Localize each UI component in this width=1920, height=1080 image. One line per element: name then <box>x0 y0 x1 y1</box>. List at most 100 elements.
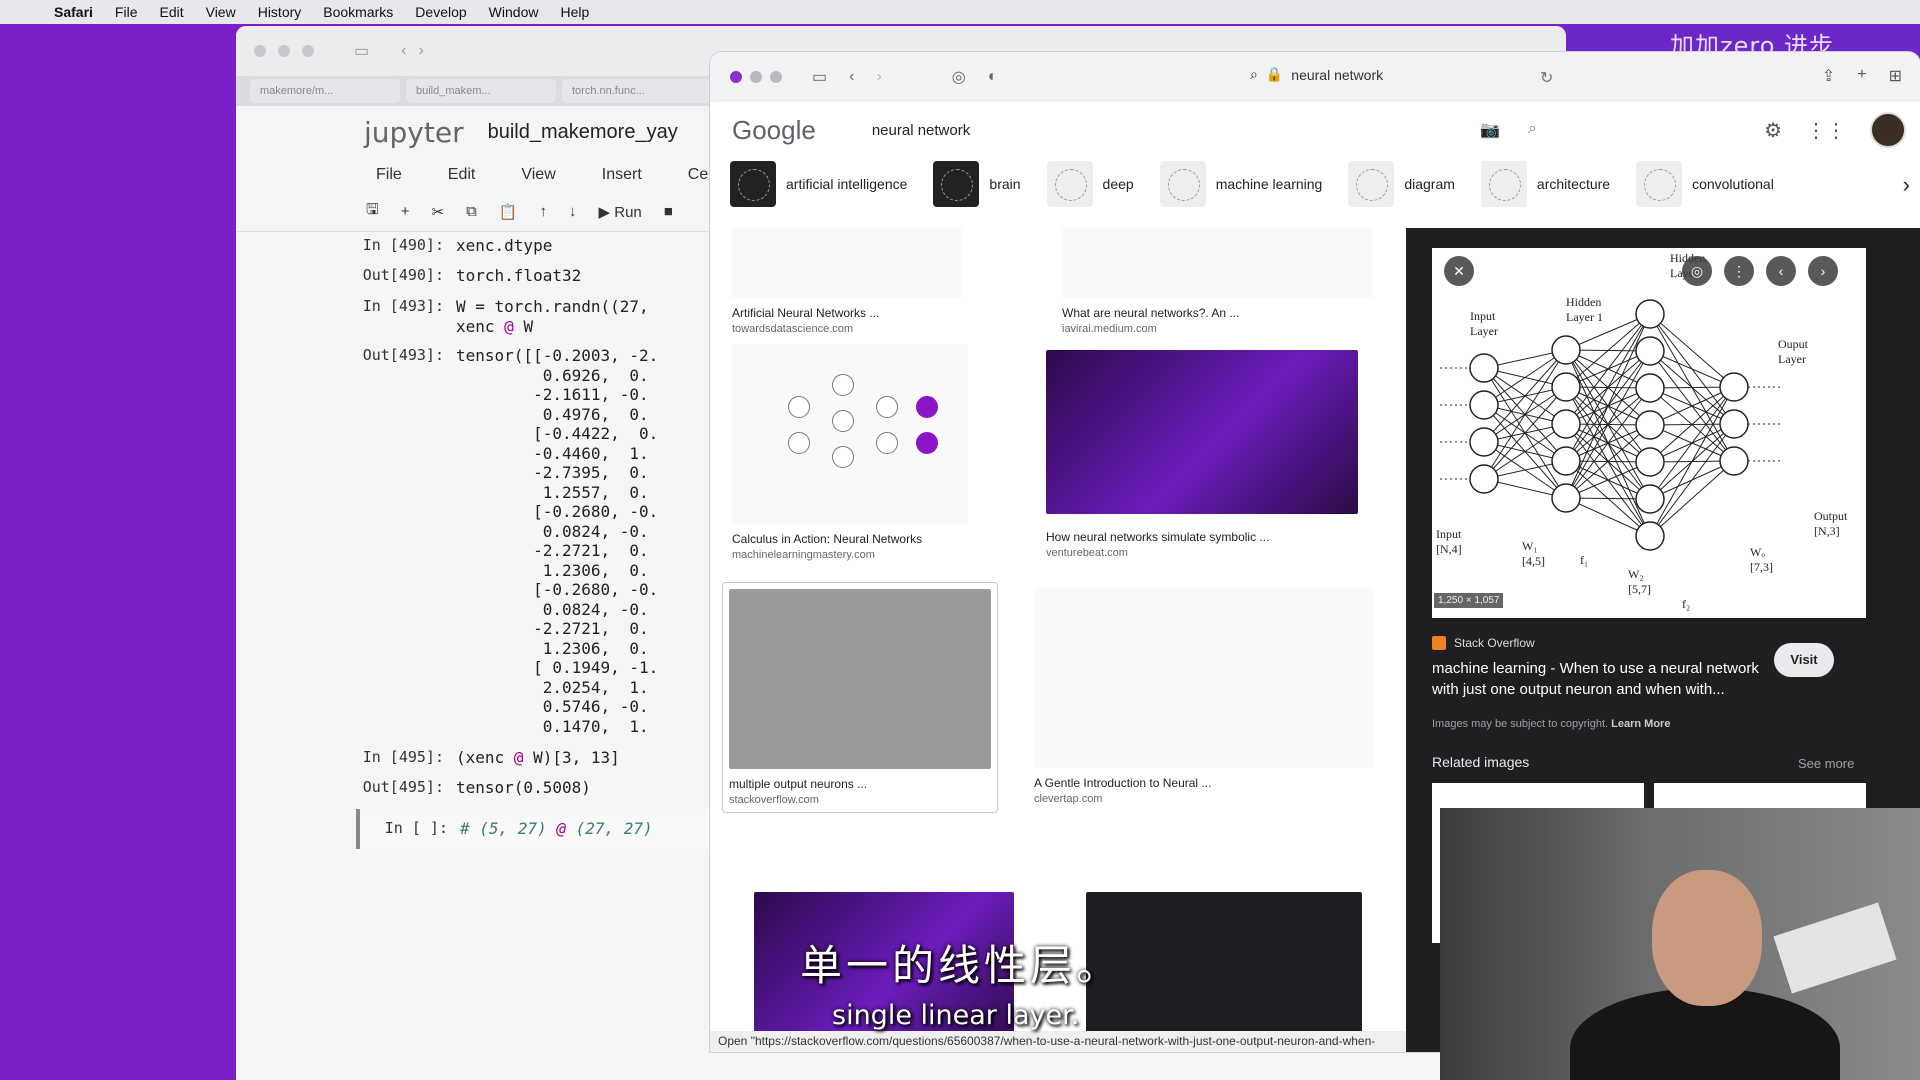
preview-title[interactable]: machine learning - When to use a neural … <box>1432 658 1772 700</box>
chip-architecture[interactable]: architecture <box>1480 161 1624 207</box>
apps-grid-icon[interactable]: ⋮⋮ <box>1806 118 1846 143</box>
tab-torch-nn[interactable]: torch.nn.func... <box>562 79 712 103</box>
menu-safari[interactable]: Safari <box>54 4 93 20</box>
preview-image[interactable]: InputLayer HiddenLayer 1 HiddenLayer Oup… <box>1432 248 1866 618</box>
avatar[interactable] <box>1870 112 1906 148</box>
close-window-button[interactable] <box>254 45 266 57</box>
back-icon[interactable]: ‹ <box>401 42 406 60</box>
add-cell-icon[interactable]: + <box>401 203 410 220</box>
share-icon[interactable]: ⇪ <box>1822 66 1835 86</box>
google-logo[interactable]: Google <box>732 115 816 146</box>
camera-icon[interactable]: 📷 <box>1480 120 1500 140</box>
result-card[interactable]: A Gentle Introduction to Neural ... clev… <box>1034 588 1374 805</box>
copy-icon[interactable]: ⧉ <box>466 203 477 220</box>
minimize-window-button[interactable] <box>750 71 762 83</box>
save-icon[interactable]: 🖫 <box>366 199 379 224</box>
chip-artificial-intelligence[interactable]: artificial intelligence <box>730 161 921 207</box>
nb-menu-edit[interactable]: Edit <box>448 166 476 184</box>
sidebar-icon[interactable]: ▭ <box>354 41 369 61</box>
shield-icon[interactable]: ◐ <box>988 68 998 86</box>
result-source[interactable]: iavirai.medium.com <box>1062 323 1372 335</box>
more-options-icon[interactable]: ⋮ <box>1724 256 1754 286</box>
back-icon[interactable]: ‹ <box>849 68 854 86</box>
previous-icon[interactable]: ‹ <box>1766 256 1796 286</box>
search-icon[interactable]: ⌕ <box>1528 120 1537 140</box>
learn-more-link[interactable]: Learn More <box>1611 718 1670 730</box>
cell-code[interactable]: W = torch.randn((27, xenc @ W <box>456 297 658 336</box>
menu-file[interactable]: File <box>115 4 138 20</box>
move-up-icon[interactable]: ↑ <box>540 203 548 220</box>
menu-develop[interactable]: Develop <box>415 4 466 20</box>
result-source[interactable]: stackoverflow.com <box>729 794 991 806</box>
chip-convolutional[interactable]: convolutional <box>1636 161 1788 207</box>
privacy-report-icon[interactable]: ◎ <box>952 67 966 87</box>
visit-button[interactable]: Visit <box>1774 643 1834 677</box>
result-image[interactable] <box>1046 350 1358 514</box>
menu-bookmarks[interactable]: Bookmarks <box>323 4 393 20</box>
new-tab-icon[interactable]: + <box>1857 66 1866 86</box>
nb-menu-view[interactable]: View <box>521 166 555 184</box>
result-source[interactable]: towardsdatascience.com <box>732 323 962 335</box>
result-caption[interactable]: multiple output neurons ... <box>729 777 991 791</box>
address-bar[interactable]: ⌕ 🔒 neural network <box>1250 66 1383 83</box>
menu-view[interactable]: View <box>206 4 236 20</box>
result-caption[interactable]: Artificial Neural Networks ... <box>732 306 962 320</box>
result-card[interactable]: What are neural networks?. An ... iavira… <box>1062 228 1372 335</box>
result-image[interactable] <box>1086 892 1362 1052</box>
menu-edit[interactable]: Edit <box>159 4 183 20</box>
search-input[interactable]: neural network <box>872 122 970 139</box>
result-card-selected[interactable]: multiple output neurons ... stackoverflo… <box>722 582 998 813</box>
result-caption[interactable]: How neural networks simulate symbolic ..… <box>1046 530 1358 544</box>
preview-source-name[interactable]: Stack Overflow <box>1454 636 1535 650</box>
chip-brain[interactable]: brain <box>933 161 1034 207</box>
notebook-title[interactable]: build_makemore_yay <box>488 121 678 144</box>
tab-makemore[interactable]: makemore/m... <box>250 79 400 103</box>
result-image[interactable] <box>732 228 962 298</box>
forward-icon[interactable]: › <box>876 68 881 86</box>
jupyter-logo[interactable]: jupyter <box>364 116 464 149</box>
address-text[interactable]: neural network <box>1291 67 1383 83</box>
menu-window[interactable]: Window <box>489 4 539 20</box>
chip-diagram[interactable]: diagram <box>1348 161 1469 207</box>
menu-help[interactable]: Help <box>560 4 589 20</box>
result-image[interactable] <box>1034 588 1374 768</box>
nb-menu-insert[interactable]: Insert <box>602 166 642 184</box>
forward-icon[interactable]: › <box>418 42 423 60</box>
result-card[interactable]: Artificial Neural Networks ... towardsda… <box>732 228 962 335</box>
cell-code[interactable]: # (5, 27) @ (27, 27) <box>460 819 653 839</box>
result-caption[interactable]: Calculus in Action: Neural Networks <box>732 532 968 546</box>
close-window-button[interactable] <box>730 71 742 83</box>
tab-overview-icon[interactable]: ⊞ <box>1889 66 1902 86</box>
sidebar-icon[interactable]: ▭ <box>812 67 827 87</box>
result-source[interactable]: venturebeat.com <box>1046 547 1358 559</box>
chip-machine-learning[interactable]: machine learning <box>1159 161 1337 207</box>
zoom-window-button[interactable] <box>302 45 314 57</box>
next-icon[interactable]: › <box>1808 256 1838 286</box>
chevron-right-icon[interactable]: › <box>1903 172 1910 198</box>
result-source[interactable]: machinelearningmastery.com <box>732 549 968 561</box>
move-down-icon[interactable]: ↓ <box>569 203 577 220</box>
menu-history[interactable]: History <box>258 4 302 20</box>
tab-build-makemore[interactable]: build_makem... <box>406 79 556 103</box>
result-caption[interactable]: A Gentle Introduction to Neural ... <box>1034 776 1374 790</box>
stop-icon[interactable]: ■ <box>664 203 673 220</box>
zoom-window-button[interactable] <box>770 71 782 83</box>
close-icon[interactable]: ✕ <box>1444 256 1474 286</box>
lens-icon[interactable]: ◎ <box>1682 256 1712 286</box>
run-button[interactable]: ▶ Run <box>599 203 642 221</box>
cut-icon[interactable]: ✂ <box>432 203 445 221</box>
result-source[interactable]: clevertap.com <box>1034 793 1374 805</box>
result-caption[interactable]: What are neural networks?. An ... <box>1062 306 1372 320</box>
reload-icon[interactable]: ↻ <box>1540 68 1553 88</box>
result-card[interactable]: Calculus in Action: Neural Networks mach… <box>732 344 968 561</box>
see-more-link[interactable]: See more <box>1798 756 1854 771</box>
result-image[interactable] <box>729 589 991 769</box>
result-card[interactable]: How neural networks simulate symbolic ..… <box>1046 350 1358 559</box>
cell-code[interactable]: xenc.dtype <box>456 236 552 256</box>
result-image[interactable] <box>1062 228 1372 298</box>
result-card[interactable] <box>1086 892 1362 1052</box>
chip-deep[interactable]: deep <box>1046 161 1148 207</box>
nb-menu-file[interactable]: File <box>376 166 402 184</box>
gear-icon[interactable]: ⚙ <box>1764 118 1782 143</box>
cell-code[interactable]: (xenc @ W)[3, 13] <box>456 748 620 768</box>
